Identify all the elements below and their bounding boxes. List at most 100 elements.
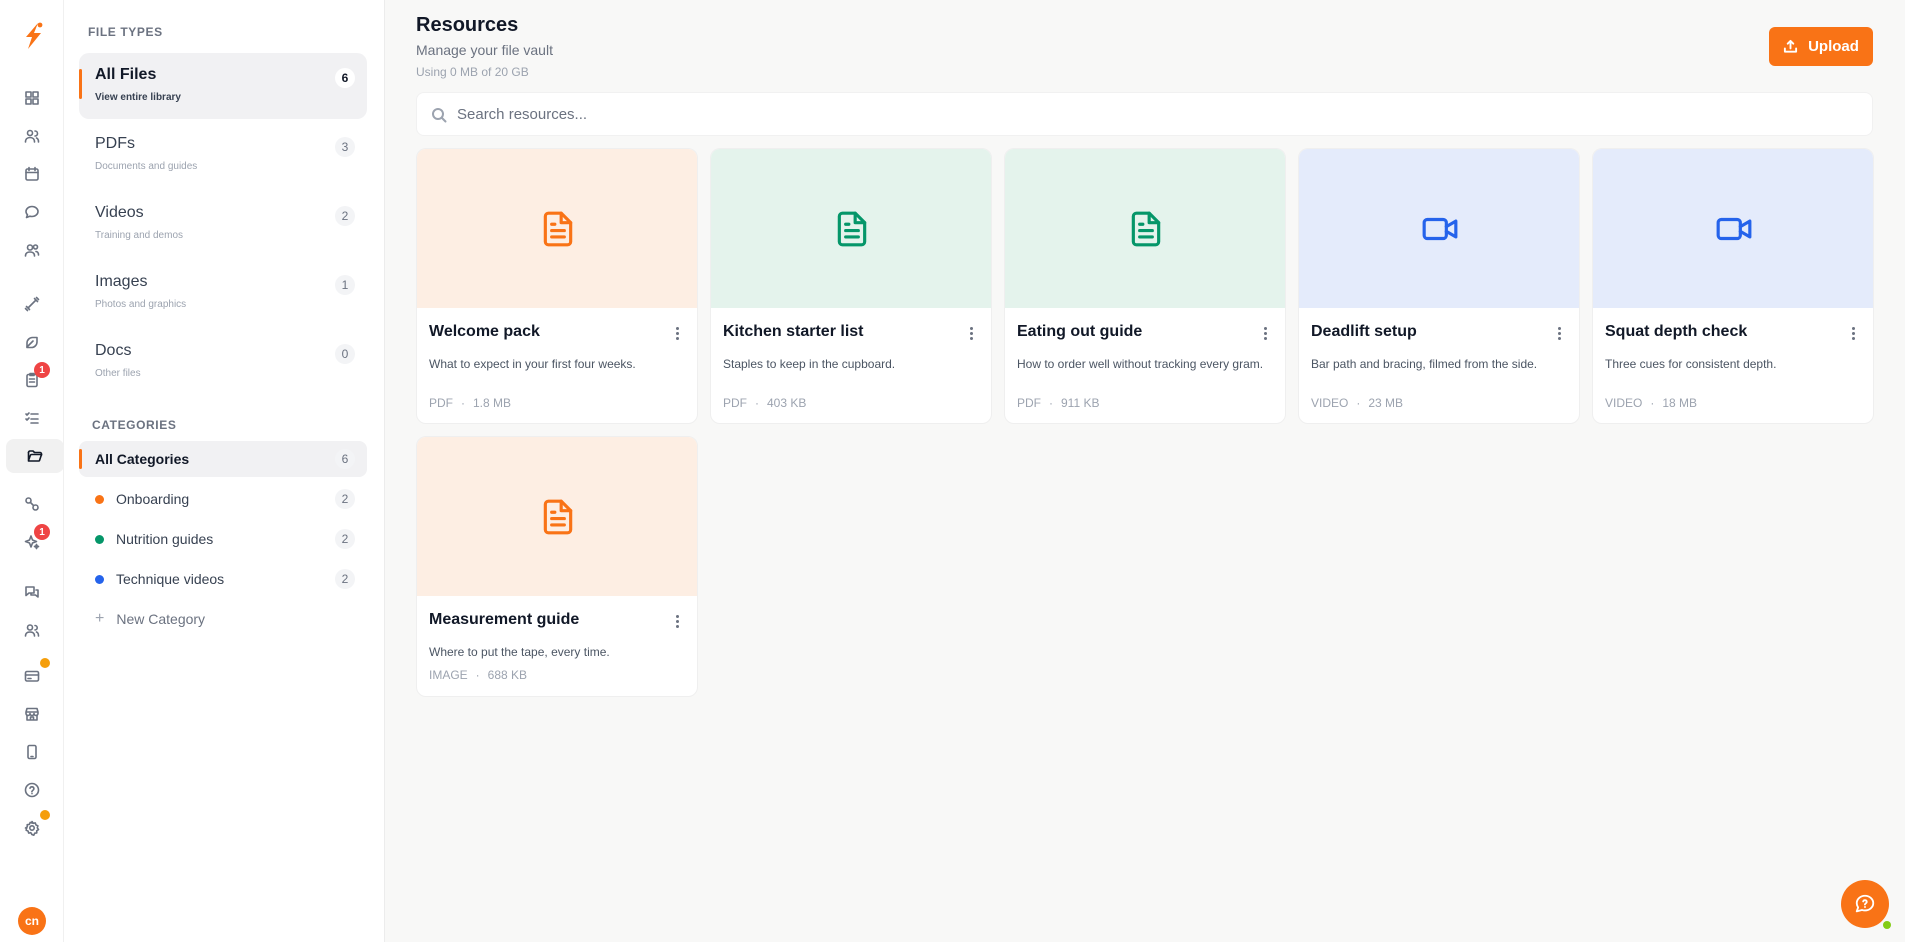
resources-icon[interactable] <box>6 439 64 473</box>
icon-rail: 1 1 cn <box>0 0 64 942</box>
meta-separator: · <box>755 396 759 410</box>
card-thumbnail <box>417 149 697 308</box>
more-options-icon[interactable] <box>1257 325 1273 341</box>
card-meta: PDF · 403 KB <box>723 396 806 410</box>
card-size: 1.8 MB <box>473 396 512 410</box>
category-count: 6 <box>335 449 355 469</box>
card-type: IMAGE <box>429 668 468 682</box>
search-input[interactable] <box>457 93 1857 135</box>
card-title: Welcome pack <box>429 323 540 340</box>
automations-icon[interactable] <box>20 492 44 516</box>
search-icon <box>432 108 447 123</box>
billing-icon[interactable] <box>20 658 50 688</box>
file-type-subtitle: View entire library <box>95 92 181 103</box>
meta-separator: · <box>475 668 480 682</box>
resource-card-welcome-pack[interactable]: Welcome pack What to expect in your firs… <box>416 148 698 424</box>
card-thumbnail <box>711 149 991 308</box>
card-thumbnail <box>417 437 697 596</box>
store-icon[interactable] <box>20 702 44 726</box>
document-icon <box>543 211 573 246</box>
card-meta: VIDEO · 23 MB <box>1311 396 1403 410</box>
card-size: 403 KB <box>767 396 807 410</box>
card-type: PDF <box>1017 396 1041 410</box>
card-title: Deadlift setup <box>1311 323 1417 340</box>
mobile-icon[interactable] <box>20 740 44 764</box>
category-all[interactable]: All Categories 6 <box>79 441 367 477</box>
card-type: PDF <box>429 396 453 410</box>
card-description: Where to put the tape, every time. <box>429 645 610 659</box>
file-type-docs[interactable]: Docs Other files 0 <box>79 329 367 395</box>
file-type-title: PDFs <box>95 135 135 152</box>
card-description: How to order well without tracking every… <box>1017 357 1264 371</box>
file-type-pdfs[interactable]: PDFs Documents and guides 3 <box>79 122 367 188</box>
resource-card-eating-out-guide[interactable]: Eating out guide How to order well witho… <box>1004 148 1286 424</box>
meta-separator: · <box>1356 396 1361 410</box>
ai-badge: 1 <box>34 524 50 540</box>
nutrition-icon[interactable] <box>20 330 44 354</box>
resource-card-squat-depth-check[interactable]: Squat depth check Three cues for consist… <box>1592 148 1874 424</box>
community-icon[interactable] <box>20 580 44 604</box>
meta-separator: · <box>461 396 465 410</box>
more-options-icon[interactable] <box>1845 325 1861 341</box>
category-color-dot <box>95 535 104 544</box>
page-title: Resources <box>416 14 519 36</box>
file-type-subtitle: Training and demos <box>95 230 184 241</box>
document-icon <box>837 211 867 246</box>
ai-icon[interactable]: 1 <box>20 524 50 554</box>
card-thumbnail <box>1593 149 1873 308</box>
category-nutrition-guides[interactable]: Nutrition guides 2 <box>79 521 367 557</box>
status-dot <box>1883 921 1891 929</box>
video-icon <box>1422 217 1458 240</box>
card-title: Kitchen starter list <box>723 323 864 340</box>
category-onboarding[interactable]: Onboarding 2 <box>79 481 367 517</box>
category-label: All Categories <box>95 451 190 467</box>
leads-icon[interactable] <box>20 618 44 642</box>
file-type-images[interactable]: Images Photos and graphics 1 <box>79 260 367 326</box>
chat-support-button[interactable] <box>1841 880 1889 928</box>
file-type-all-files[interactable]: All Files View entire library 6 <box>79 53 367 119</box>
file-type-subtitle: Photos and graphics <box>95 299 187 310</box>
team-icon[interactable] <box>20 238 44 262</box>
messages-icon[interactable] <box>20 200 44 224</box>
file-type-count: 0 <box>335 344 355 364</box>
upload-button[interactable]: Upload <box>1769 27 1873 66</box>
calendar-icon[interactable] <box>20 162 44 186</box>
clients-icon[interactable] <box>20 124 44 148</box>
new-category-button[interactable]: + New Category <box>95 609 205 629</box>
dashboard-icon[interactable] <box>20 86 44 110</box>
resources-sidebar: FILE TYPES All Files View entire library… <box>64 0 385 942</box>
resource-card-deadlift-setup[interactable]: Deadlift setup Bar path and bracing, fil… <box>1298 148 1580 424</box>
more-options-icon[interactable] <box>669 613 685 629</box>
avatar[interactable]: cn <box>18 907 46 935</box>
card-description: Staples to keep in the cupboard. <box>723 357 896 371</box>
more-options-icon[interactable] <box>1551 325 1567 341</box>
categories-heading: CATEGORIES <box>92 418 177 432</box>
category-label: Onboarding <box>116 491 190 507</box>
help-icon[interactable] <box>20 778 44 802</box>
brand-logo-icon[interactable] <box>16 20 48 52</box>
main-content: Resources Manage your file vault Using 0… <box>385 0 1905 942</box>
card-title: Eating out guide <box>1017 323 1143 340</box>
category-label: Nutrition guides <box>116 531 214 547</box>
category-color-dot <box>95 575 104 584</box>
forms-icon[interactable]: 1 <box>20 362 50 392</box>
card-title: Measurement guide <box>429 611 580 628</box>
file-type-videos[interactable]: Videos Training and demos 2 <box>79 191 367 257</box>
new-category-label: New Category <box>116 611 206 627</box>
card-thumbnail <box>1299 149 1579 308</box>
card-description: Bar path and bracing, filmed from the si… <box>1311 357 1538 371</box>
page-subtitle: Manage your file vault <box>416 42 553 58</box>
tasks-icon[interactable] <box>20 406 44 430</box>
workouts-icon[interactable] <box>20 292 44 316</box>
more-options-icon[interactable] <box>669 325 685 341</box>
settings-dot <box>40 810 50 820</box>
resource-card-measurement-guide[interactable]: Measurement guide Where to put the tape,… <box>416 436 698 697</box>
category-technique-videos[interactable]: Technique videos 2 <box>79 561 367 597</box>
settings-icon[interactable] <box>20 810 50 840</box>
file-type-count: 2 <box>335 206 355 226</box>
category-count: 2 <box>335 529 355 549</box>
more-options-icon[interactable] <box>963 325 979 341</box>
category-count: 2 <box>335 489 355 509</box>
resource-card-kitchen-starter-list[interactable]: Kitchen starter list Staples to keep in … <box>710 148 992 424</box>
card-type: VIDEO <box>1605 396 1643 410</box>
